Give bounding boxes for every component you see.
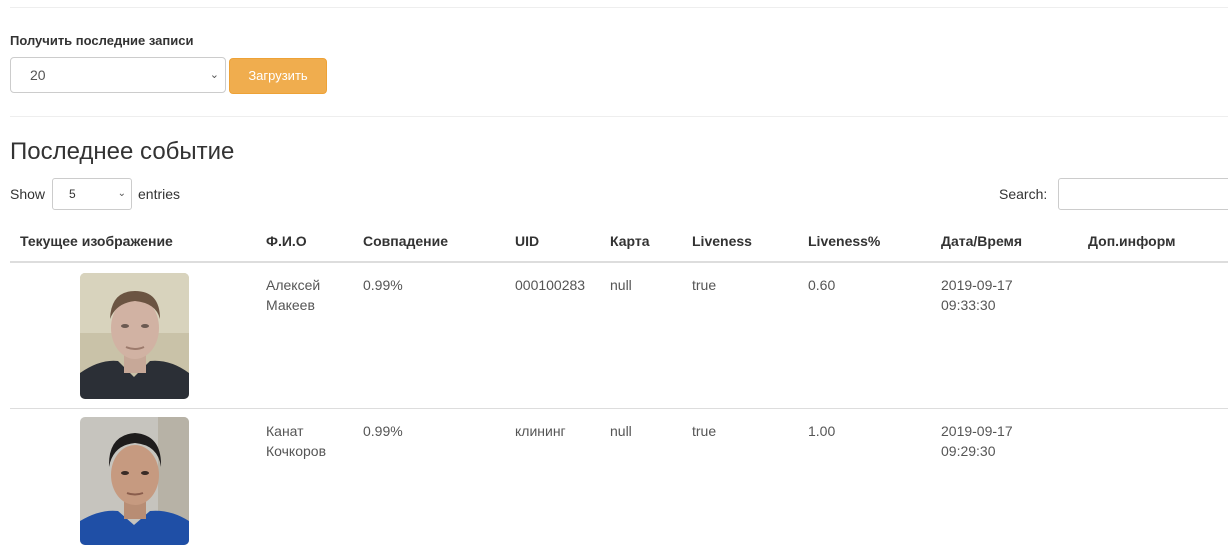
search-label: Search: xyxy=(999,186,1048,202)
person-photo xyxy=(80,417,189,545)
person-name: Алексей Макеев xyxy=(266,275,346,315)
column-header-uid[interactable]: UID xyxy=(515,233,539,249)
column-header-liveness-percent[interactable]: Liveness% xyxy=(808,233,880,249)
section-title: Последнее событие xyxy=(10,138,235,165)
liveness-percent-value: 0.60 xyxy=(808,277,836,293)
table-row-divider xyxy=(10,408,1228,409)
uid-value: клининг xyxy=(515,423,566,439)
load-button[interactable]: Загрузить xyxy=(229,58,327,94)
card-value: null xyxy=(610,423,632,439)
liveness-percent-value: 1.00 xyxy=(808,423,836,439)
records-count-value: 20 xyxy=(30,67,46,83)
entries-label: entries xyxy=(138,186,181,202)
date-value: 2019-09-17 xyxy=(941,423,1013,439)
column-header-liveness[interactable]: Liveness xyxy=(692,233,752,249)
time-value: 09:29:30 xyxy=(941,443,996,459)
column-header-name[interactable]: Ф.И.О xyxy=(266,233,307,249)
records-count-select[interactable]: 20 ⌄ xyxy=(10,57,226,93)
column-header-card[interactable]: Карта xyxy=(610,233,650,249)
top-divider xyxy=(10,7,1228,8)
show-label: Show xyxy=(10,186,46,202)
section-divider xyxy=(10,116,1228,117)
uid-value: 000100283 xyxy=(515,277,586,293)
fetch-records-label: Получить последние записи xyxy=(10,33,194,48)
date-value: 2019-09-17 xyxy=(941,277,1013,293)
person-photo xyxy=(80,273,189,399)
liveness-value: true xyxy=(692,277,717,293)
person-last-name: Кочкоров xyxy=(266,443,327,459)
column-header-extra-info[interactable]: Доп.информ xyxy=(1088,233,1175,249)
datetime-value: 2019-09-17 09:33:30 xyxy=(941,275,1051,315)
liveness-value: true xyxy=(692,423,717,439)
person-last-name: Макеев xyxy=(266,297,315,313)
person-first-name: Канат xyxy=(266,423,304,439)
match-value: 0.99% xyxy=(363,423,403,439)
person-name: Канат Кочкоров xyxy=(266,421,346,461)
column-header-datetime[interactable]: Дата/Время xyxy=(941,233,1022,249)
entries-per-page-select[interactable]: 5 ⌄ xyxy=(52,178,132,210)
time-value: 09:33:30 xyxy=(941,297,996,313)
entries-per-page-value: 5 xyxy=(69,187,76,201)
search-input[interactable] xyxy=(1058,178,1228,210)
datetime-value: 2019-09-17 09:29:30 xyxy=(941,421,1051,461)
table-header-divider xyxy=(10,261,1228,263)
card-value: null xyxy=(610,277,632,293)
column-header-match[interactable]: Совпадение xyxy=(363,233,448,249)
chevron-down-icon: ⌄ xyxy=(117,188,126,199)
match-value: 0.99% xyxy=(363,277,403,293)
person-first-name: Алексей xyxy=(266,277,321,293)
column-header-image[interactable]: Текущее изображение xyxy=(20,233,173,249)
chevron-down-icon: ⌄ xyxy=(209,69,219,81)
